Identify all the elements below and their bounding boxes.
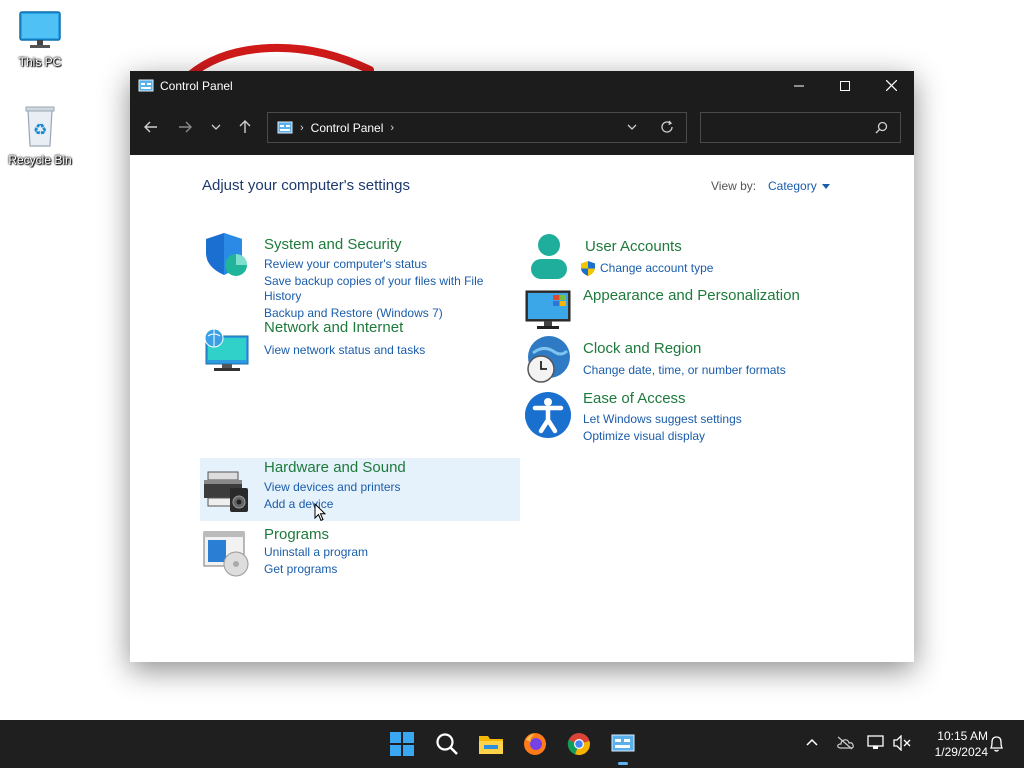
taskbar: 10:15 AM 1/29/2024 bbox=[0, 720, 1024, 768]
page-title: Adjust your computer's settings bbox=[202, 177, 410, 194]
link-file-history[interactable]: Save backup copies of your files with Fi… bbox=[264, 274, 483, 288]
maximize-button[interactable] bbox=[822, 71, 868, 100]
link-suggest-settings[interactable]: Let Windows suggest settings bbox=[583, 412, 742, 426]
minimize-button[interactable] bbox=[776, 71, 822, 100]
this-pc-icon bbox=[19, 11, 61, 48]
caret-down-icon bbox=[821, 183, 830, 189]
start-button[interactable] bbox=[386, 728, 418, 760]
start-icon bbox=[390, 732, 414, 756]
chevron-right-icon[interactable]: › bbox=[390, 122, 394, 134]
control-panel-icon bbox=[611, 734, 635, 752]
active-app-indicator bbox=[618, 762, 628, 765]
clock-date: 1/29/2024 bbox=[934, 745, 988, 759]
user-icon bbox=[531, 234, 567, 279]
printer-icon bbox=[204, 471, 248, 512]
category-title[interactable]: Appearance and Personalization bbox=[583, 287, 800, 304]
desktop-icon-recycle-bin[interactable]: ♻ Recycle Bin bbox=[0, 104, 80, 167]
category-title[interactable]: Network and Internet bbox=[264, 319, 403, 336]
link-get-programs[interactable]: Get programs bbox=[264, 562, 337, 576]
taskbar-control-panel[interactable] bbox=[607, 728, 639, 760]
shield-icon bbox=[206, 233, 247, 276]
programs-icon bbox=[203, 531, 249, 577]
content-pane: Adjust your computer's settings View by:… bbox=[130, 155, 914, 662]
view-by-dropdown[interactable]: Category bbox=[768, 179, 830, 193]
mouse-cursor-icon bbox=[314, 503, 326, 522]
notification-bell-icon[interactable] bbox=[989, 735, 1004, 752]
chevron-down-icon bbox=[211, 124, 221, 130]
link-review-status[interactable]: Review your computer's status bbox=[264, 257, 427, 271]
search-box[interactable] bbox=[700, 112, 901, 143]
navigation-bar: › Control Panel › bbox=[130, 100, 914, 155]
clock-globe-icon bbox=[527, 336, 570, 383]
recycle-bin-icon: ♻ bbox=[25, 106, 55, 147]
desktop-icon-this-pc[interactable]: This PC bbox=[0, 10, 80, 69]
category-title[interactable]: Ease of Access bbox=[583, 390, 686, 407]
close-button[interactable] bbox=[868, 71, 914, 100]
network-icon bbox=[204, 328, 249, 371]
address-bar[interactable]: › Control Panel › bbox=[267, 112, 687, 143]
link-change-account-type[interactable]: Change account type bbox=[600, 261, 713, 275]
search-icon bbox=[436, 733, 458, 755]
view-by-label: View by: bbox=[711, 179, 757, 193]
category-title[interactable]: Hardware and Sound bbox=[264, 459, 406, 476]
control-panel-window: Control Panel › Control Panel › Adjust y… bbox=[130, 71, 914, 662]
maximize-icon bbox=[840, 80, 850, 91]
taskbar-firefox[interactable] bbox=[519, 728, 551, 760]
search-icon[interactable] bbox=[875, 121, 888, 134]
title-bar[interactable]: Control Panel bbox=[130, 71, 914, 100]
link-backup-restore[interactable]: Backup and Restore (Windows 7) bbox=[264, 306, 443, 320]
chevron-right-icon: › bbox=[300, 121, 304, 134]
uac-shield-icon bbox=[581, 261, 595, 276]
view-by-value: Category bbox=[768, 179, 817, 193]
window-title: Control Panel bbox=[160, 78, 233, 93]
firefox-icon bbox=[524, 733, 546, 755]
refresh-icon[interactable] bbox=[660, 120, 674, 134]
monitor-icon bbox=[525, 290, 571, 329]
breadcrumb-control-panel[interactable]: Control Panel bbox=[311, 121, 384, 135]
arrow-left-icon bbox=[144, 121, 157, 133]
search-input[interactable] bbox=[707, 117, 871, 139]
svg-text:♻: ♻ bbox=[33, 120, 47, 139]
arrow-up-icon bbox=[239, 120, 251, 133]
onedrive-offline-icon[interactable] bbox=[836, 736, 854, 750]
back-button[interactable] bbox=[139, 115, 163, 139]
address-dropdown-icon[interactable] bbox=[626, 121, 638, 133]
category-title[interactable]: System and Security bbox=[264, 236, 402, 253]
network-status-icon[interactable] bbox=[867, 735, 885, 751]
recent-locations-button[interactable] bbox=[204, 115, 228, 139]
system-clock[interactable]: 10:15 AM 1/29/2024 bbox=[918, 728, 988, 760]
chrome-icon bbox=[567, 733, 590, 756]
accessibility-icon bbox=[525, 392, 571, 438]
control-panel-icon bbox=[277, 121, 293, 133]
minimize-icon bbox=[794, 85, 804, 86]
file-explorer-icon bbox=[479, 736, 503, 754]
desktop-icon-label: Recycle Bin bbox=[8, 153, 72, 167]
close-icon bbox=[885, 80, 897, 91]
link-devices-printers[interactable]: View devices and printers bbox=[264, 480, 401, 494]
taskbar-chrome[interactable] bbox=[563, 728, 595, 760]
arrow-right-icon bbox=[179, 121, 192, 133]
control-panel-icon bbox=[138, 79, 154, 91]
category-title[interactable]: Programs bbox=[264, 526, 329, 543]
link-uninstall[interactable]: Uninstall a program bbox=[264, 545, 368, 559]
show-hidden-icons-icon[interactable] bbox=[806, 738, 818, 746]
up-button[interactable] bbox=[233, 115, 257, 139]
link-file-history-cont[interactable]: History bbox=[264, 289, 301, 303]
link-network-status[interactable]: View network status and tasks bbox=[264, 343, 425, 357]
category-title[interactable]: User Accounts bbox=[585, 238, 682, 255]
desktop-icon-label: This PC bbox=[18, 55, 62, 69]
volume-muted-icon[interactable] bbox=[893, 735, 911, 751]
forward-button[interactable] bbox=[173, 115, 197, 139]
category-title[interactable]: Clock and Region bbox=[583, 340, 701, 357]
taskbar-search-button[interactable] bbox=[431, 728, 463, 760]
clock-time: 10:15 AM bbox=[937, 729, 988, 743]
link-date-time-formats[interactable]: Change date, time, or number formats bbox=[583, 363, 786, 377]
taskbar-file-explorer[interactable] bbox=[475, 728, 507, 760]
link-optimize-display[interactable]: Optimize visual display bbox=[583, 429, 705, 443]
